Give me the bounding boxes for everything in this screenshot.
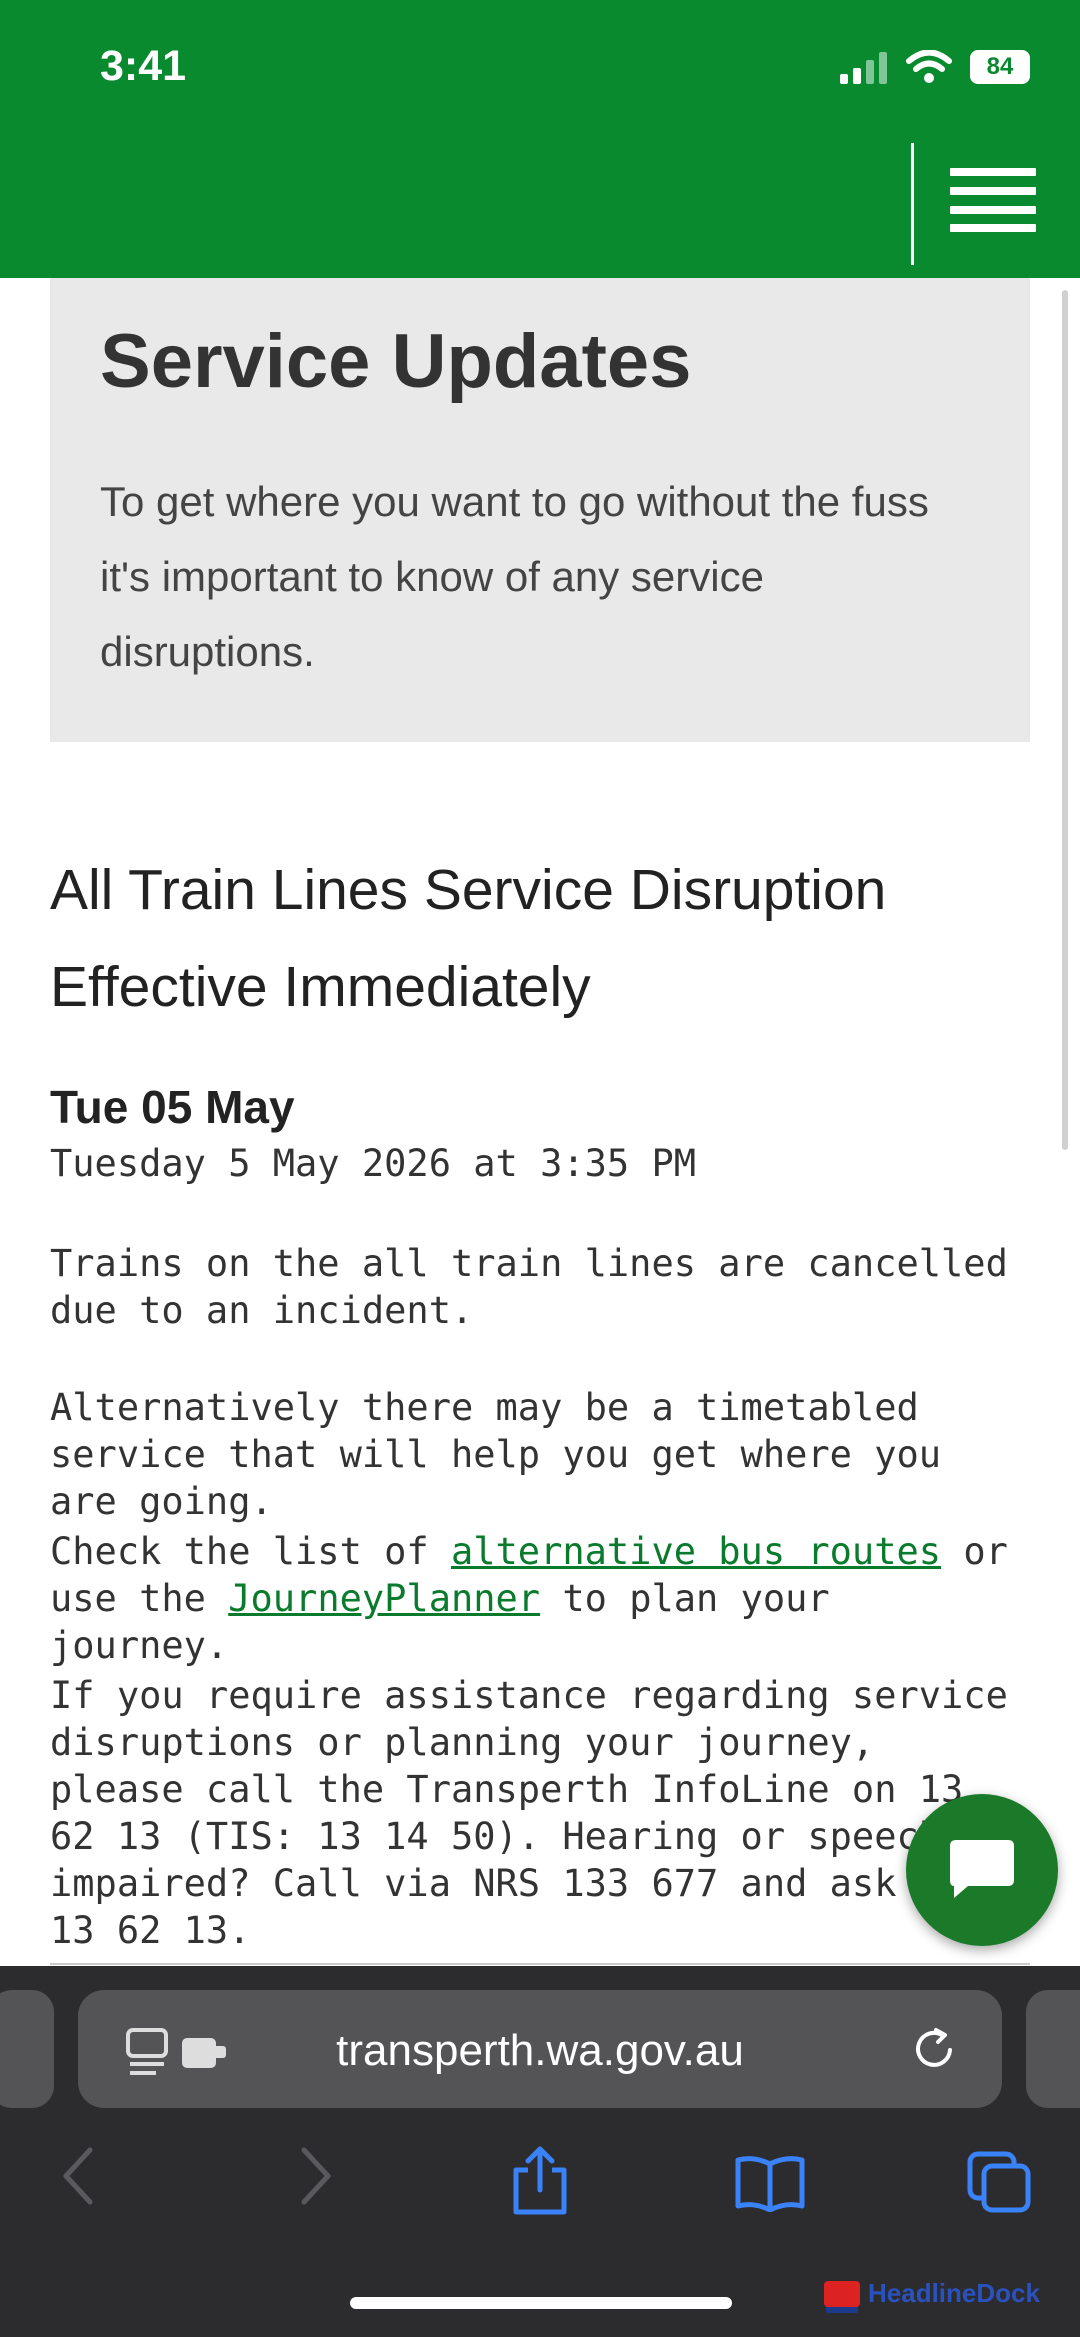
- text: Check the list of: [50, 1530, 451, 1573]
- chat-button[interactable]: [906, 1794, 1058, 1946]
- reload-icon[interactable]: [912, 2026, 958, 2072]
- home-indicator[interactable]: [350, 2297, 732, 2309]
- forward-icon[interactable]: [294, 2146, 334, 2206]
- wifi-icon: [906, 50, 952, 83]
- watermark: HeadlineDock: [824, 2278, 1040, 2309]
- signal-icon: [840, 52, 887, 84]
- battery-level: 84: [986, 53, 1014, 80]
- alternative-bus-routes-link[interactable]: alternative bus routes: [451, 1530, 941, 1573]
- status-time: 3:41: [100, 42, 187, 90]
- site-header: 3:41 84: [0, 0, 1080, 278]
- tabs-icon[interactable]: [966, 2150, 1032, 2214]
- section-divider: [50, 1963, 1030, 1965]
- page-title: Service Updates: [100, 319, 692, 404]
- bookmarks-icon[interactable]: [734, 2154, 806, 2212]
- notice-paragraph: Check the list of alternative bus routes…: [50, 1528, 1030, 1669]
- watermark-text: HeadlineDock: [868, 2278, 1040, 2308]
- url-text: transperth.wa.gov.au: [336, 2026, 744, 2075]
- page-description: To get where you want to go without the …: [100, 478, 929, 675]
- status-icons: 84: [840, 42, 1030, 92]
- notice-paragraph: If you require assistance regarding serv…: [50, 1674, 1008, 1952]
- notice-paragraph: Trains on the all train lines are cancel…: [50, 1242, 1008, 1332]
- back-icon[interactable]: [60, 2146, 100, 2206]
- notice-timestamp: Tuesday 5 May 2026 at 3:35 PM: [50, 1142, 697, 1185]
- page-scrollbar[interactable]: [1062, 290, 1068, 1150]
- header-divider: [911, 143, 914, 265]
- share-icon[interactable]: [510, 2146, 570, 2216]
- battery-icon: 84: [970, 50, 1030, 84]
- browser-nav-row: [0, 2146, 1080, 2226]
- next-tab[interactable]: [1026, 1990, 1080, 2108]
- watermark-logo-icon: [824, 2280, 860, 2307]
- hamburger-menu-icon[interactable]: [950, 168, 1036, 232]
- notice-paragraph: Alternatively there may be a timetabled …: [50, 1386, 942, 1523]
- notice-date: Tue 05 May: [50, 1081, 295, 1133]
- hero-banner: Service Updates To get where you want to…: [50, 278, 1030, 742]
- address-bar[interactable]: transperth.wa.gov.au: [78, 1990, 1002, 2108]
- chat-bubble-icon: [950, 1840, 1014, 1898]
- journey-planner-link[interactable]: JourneyPlanner: [228, 1577, 540, 1620]
- notice-title: All Train Lines Service Disruption Effec…: [50, 858, 887, 1019]
- previous-tab[interactable]: [0, 1990, 54, 2108]
